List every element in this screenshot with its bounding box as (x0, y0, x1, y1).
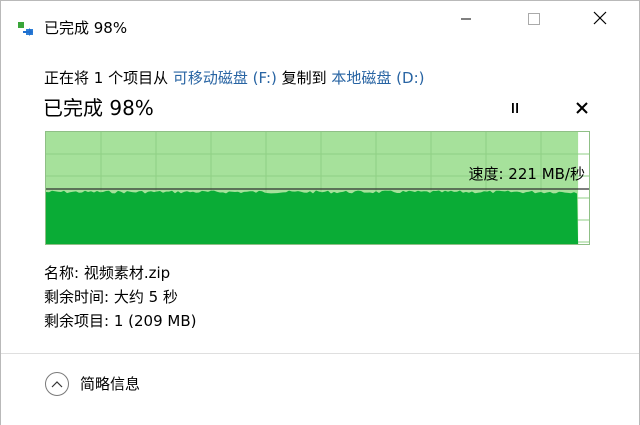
maximize-icon (528, 10, 540, 29)
name-label: 名称: (44, 264, 80, 282)
time-remaining-label: 剩余时间: (44, 288, 110, 306)
transfer-details: 名称: 视频素材.zip 剩余时间: 大约 5 秒 剩余项目: 1 (209 M… (44, 261, 197, 333)
transfer-middle: 复制到 (276, 69, 332, 87)
copy-progress-dialog: 已完成 98% 正在将 1 个项目从 可移动磁盘 (F:) 复制到 本地磁盘 (… (0, 0, 640, 425)
transfer-description: 正在将 1 个项目从 可移动磁盘 (F:) 复制到 本地磁盘 (D:) (44, 68, 424, 88)
close-icon (593, 10, 607, 29)
pause-icon (509, 99, 521, 118)
window-title: 已完成 98% (44, 19, 128, 37)
transfer-speed-graph: 速度: 221 MB/秒 (45, 131, 590, 245)
detail-row-name: 名称: 视频素材.zip (44, 261, 197, 285)
fewer-details-label: 简略信息 (80, 375, 141, 393)
name-value: 视频素材.zip (83, 264, 171, 282)
speed-label: 速度: 221 MB/秒 (468, 165, 585, 183)
items-remaining-label: 剩余项目: (44, 312, 110, 330)
source-drive-link[interactable]: 可移动磁盘 (F:) (173, 69, 277, 87)
cancel-icon (576, 99, 588, 118)
title-bar: 已完成 98% (1, 1, 639, 37)
maximize-button[interactable] (511, 1, 557, 37)
minimize-icon (460, 10, 472, 29)
transfer-prefix: 正在将 1 个项目从 (44, 69, 173, 87)
file-copy-icon (18, 20, 36, 36)
detail-row-items: 剩余项目: 1 (209 MB) (44, 309, 197, 333)
pause-button[interactable] (503, 96, 527, 120)
chevron-up-icon (45, 372, 69, 396)
time-remaining-value: 大约 5 秒 (113, 288, 178, 306)
dialog-footer: 简略信息 (1, 353, 639, 425)
minimize-button[interactable] (443, 1, 489, 37)
detail-row-time: 剩余时间: 大约 5 秒 (44, 285, 197, 309)
fewer-details-button[interactable]: 简略信息 (45, 372, 140, 396)
close-button[interactable] (577, 1, 623, 37)
speed-area (46, 190, 579, 244)
speed-graph-svg (46, 132, 589, 244)
progress-title: 已完成 98% (43, 96, 154, 120)
items-remaining-value: 1 (209 MB) (113, 312, 197, 330)
destination-drive-link[interactable]: 本地磁盘 (D:) (331, 69, 424, 87)
cancel-button[interactable] (570, 96, 594, 120)
